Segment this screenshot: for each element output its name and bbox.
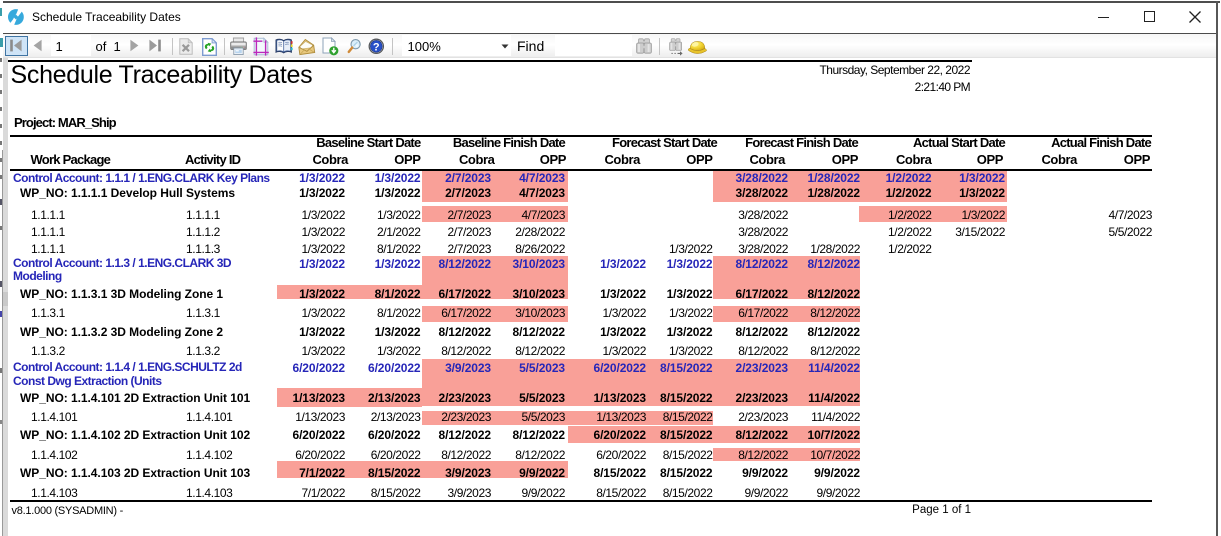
svg-text:?: ? bbox=[373, 41, 380, 53]
